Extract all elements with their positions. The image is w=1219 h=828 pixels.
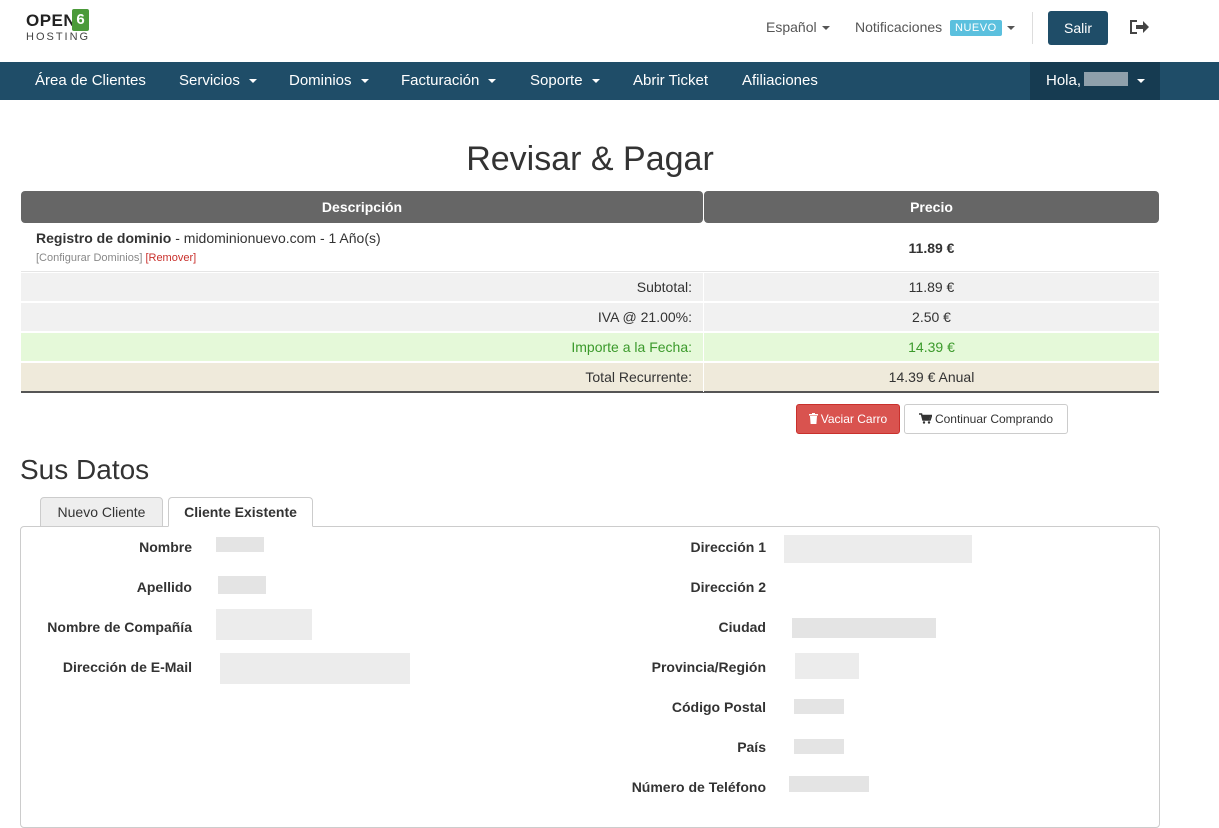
subtotal-row: Subtotal: 11.89 €	[21, 273, 1159, 302]
notifications-dropdown[interactable]: Notificaciones NUEVO	[855, 19, 1015, 36]
field-label-country: País	[737, 739, 766, 755]
sign-out-icon[interactable]	[1128, 17, 1150, 37]
nav-item-client-area[interactable]: Área de Clientes	[35, 62, 146, 100]
item-description: Registro de dominio - midominionuevo.com…	[36, 230, 381, 246]
postal-code-value-redacted	[794, 699, 844, 714]
trash-icon	[808, 413, 818, 424]
subtotal-label: Subtotal:	[636, 279, 692, 295]
top-header: OPEN 6 HOSTING Español Notificaciones NU…	[0, 0, 1219, 62]
field-label-city: Ciudad	[718, 619, 766, 635]
chevron-down-icon	[591, 79, 600, 84]
notifications-label: Notificaciones	[855, 19, 943, 35]
chevron-down-icon	[1137, 79, 1145, 83]
nav-item-services[interactable]: Servicios	[179, 62, 257, 100]
cart-item-row: Registro de dominio - midominionuevo.com…	[21, 224, 1159, 272]
field-label-province: Provincia/Región	[651, 659, 766, 675]
section-title-your-details: Sus Datos	[20, 454, 150, 485]
tab-existing-client[interactable]: Cliente Existente	[168, 497, 313, 527]
tax-value: 2.50 €	[912, 309, 951, 325]
column-header-description: Descripción	[21, 191, 703, 223]
tab-new-client[interactable]: Nuevo Cliente	[40, 497, 163, 527]
total-due-label: Importe a la Fecha:	[571, 339, 692, 355]
language-label: Español	[766, 19, 817, 35]
logo-number: 6	[72, 9, 89, 31]
subtotal-value: 11.89 €	[908, 279, 955, 295]
last-name-value-redacted	[218, 576, 266, 594]
nav-item-open-ticket[interactable]: Abrir Ticket	[633, 62, 708, 100]
chevron-down-icon	[488, 79, 497, 84]
notifications-badge: NUEVO	[950, 20, 1002, 36]
country-value-redacted	[794, 739, 844, 754]
nav-item-support[interactable]: Soporte	[530, 62, 600, 100]
phone-value-redacted	[789, 776, 869, 792]
address-1-value-redacted	[784, 535, 972, 563]
email-value-redacted	[220, 653, 410, 684]
city-value-redacted	[792, 618, 936, 638]
first-name-value-redacted	[216, 537, 264, 552]
nav-item-label: Soporte	[530, 72, 583, 89]
remove-item-link[interactable]: [Remover]	[145, 252, 196, 264]
field-label-postal-code: Código Postal	[671, 699, 766, 715]
field-label-company: Nombre de Compañía	[47, 619, 192, 635]
column-header-price: Precio	[704, 191, 1159, 223]
page-title: Revisar & Pagar	[466, 140, 714, 178]
main-navbar: Área de Clientes Servicios Dominios Fact…	[0, 62, 1219, 100]
user-menu[interactable]: Hola,	[1030, 62, 1160, 100]
recurring-total-row: Total Recurrente: 14.39 € Anual	[21, 363, 1159, 393]
continue-shopping-label: Continuar Comprando	[934, 412, 1054, 426]
item-price: 11.89 €	[908, 240, 955, 256]
logo-subtext: HOSTING	[26, 31, 91, 43]
item-detail: - midominionuevo.com - 1 Año(s)	[171, 230, 381, 246]
total-due-row: Importe a la Fecha: 14.39 €	[21, 333, 1159, 362]
continue-shopping-button[interactable]: Continuar Comprando	[904, 404, 1068, 434]
recurring-total-value: 14.39 € Anual	[888, 369, 975, 385]
chevron-down-icon	[248, 79, 257, 84]
company-value-redacted	[216, 609, 312, 640]
language-dropdown[interactable]: Español	[766, 19, 830, 35]
nav-item-label: Facturación	[401, 72, 480, 89]
divider	[1032, 12, 1033, 44]
recurring-total-label: Total Recurrente:	[585, 369, 692, 385]
tax-label: IVA @ 21.00%:	[597, 309, 692, 325]
field-label-address-2: Dirección 2	[690, 579, 766, 595]
chevron-down-icon	[821, 26, 830, 31]
shopping-cart-icon	[918, 413, 933, 424]
item-actions: [Configurar Dominios] [Remover]	[36, 252, 196, 264]
field-label-last-name: Apellido	[136, 579, 192, 595]
item-type: Registro de dominio	[36, 230, 172, 246]
nav-item-label: Servicios	[179, 72, 240, 89]
total-due-value: 14.39 €	[908, 339, 955, 355]
nav-item-domains[interactable]: Dominios	[289, 62, 369, 100]
empty-cart-button[interactable]: Vaciar Carro	[796, 404, 900, 434]
field-label-first-name: Nombre	[139, 539, 192, 555]
username-redacted	[1084, 72, 1128, 86]
logo-text: OPEN	[26, 11, 77, 30]
nav-item-billing[interactable]: Facturación	[401, 62, 497, 100]
tax-row: IVA @ 21.00%: 2.50 €	[21, 303, 1159, 332]
field-label-email: Dirección de E-Mail	[62, 659, 192, 675]
field-label-address-1: Dirección 1	[690, 539, 766, 555]
chevron-down-icon	[1006, 26, 1015, 31]
greeting-label: Hola,	[1046, 72, 1082, 89]
nav-item-affiliates[interactable]: Afiliaciones	[742, 62, 818, 100]
province-value-redacted	[795, 653, 859, 679]
configure-domains-link[interactable]: [Configurar Dominios]	[36, 252, 142, 264]
nav-item-label: Dominios	[289, 72, 352, 89]
chevron-down-icon	[360, 79, 369, 84]
logo[interactable]: OPEN 6 HOSTING	[26, 9, 90, 45]
empty-cart-label: Vaciar Carro	[820, 412, 888, 426]
field-label-phone: Número de Teléfono	[631, 779, 766, 795]
logout-button[interactable]: Salir	[1048, 11, 1108, 45]
